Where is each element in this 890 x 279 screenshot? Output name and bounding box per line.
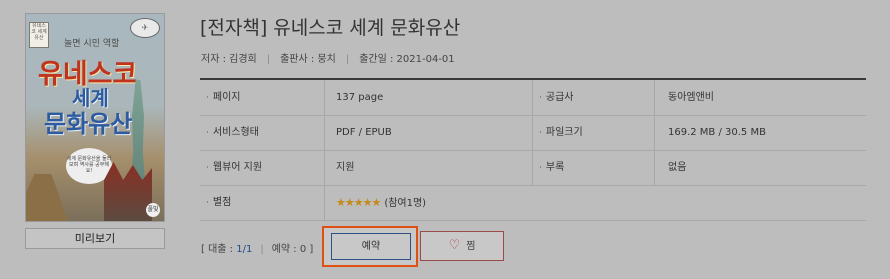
meta-divider: |	[345, 54, 350, 65]
reserve-button-highlight: 예약	[322, 226, 418, 267]
book-title: [전자책] 유네스코 세계 문화유산	[200, 17, 461, 39]
details-row-page: · 페이지 137 page · 공급사 동아엠앤비	[200, 80, 866, 116]
book-details-table: · 페이지 137 page · 공급사 동아엠앤비 · 서비스형태 PDF / EP…	[200, 78, 866, 221]
airplane-icon: ✈	[130, 18, 160, 38]
details-row-rating: · 별점 ★★★★★ (참여1명)	[200, 185, 866, 221]
publish-date: 출간일 : 2021-04-01	[359, 54, 455, 65]
details-label: · 파일크기	[532, 115, 655, 150]
publisher: 출판사 : 뭉치	[280, 54, 336, 65]
star-rating-icon: ★★★★★	[336, 196, 381, 209]
reserve-count: 0	[299, 244, 307, 255]
details-label: · 별점	[200, 185, 325, 220]
sphinx-illustration	[26, 174, 68, 221]
loan-count: 1/1	[236, 244, 253, 255]
details-value: 137 page	[336, 92, 384, 103]
cover-badge: 유네스코 세계유산	[29, 22, 49, 48]
details-value: 없음	[668, 162, 687, 173]
wishlist-label: 찜	[466, 241, 476, 252]
preview-button[interactable]: 미리보기	[25, 228, 165, 249]
details-row-viewer: · 웹뷰어 지원 지원 · 부록 없음	[200, 150, 866, 186]
book-cover: 유네스코 세계유산 ✈ 놀면 시민 역할 유네스코 세계 문화유산 세계 문화유…	[25, 13, 165, 222]
heart-icon: ♡	[448, 238, 461, 253]
reserve-button[interactable]: 예약	[331, 233, 411, 260]
details-label: · 부록	[532, 150, 655, 185]
details-label: · 서비스형태	[200, 115, 325, 150]
rating-value: ★★★★★ (참여1명)	[336, 196, 427, 209]
cover-tagline: 놀면 시민 역할	[64, 39, 120, 49]
details-label: · 페이지	[200, 80, 325, 115]
details-label: · 웹뷰어 지원	[200, 150, 325, 185]
publisher-logo: 풀빛	[146, 203, 160, 217]
details-value: 지원	[336, 162, 355, 173]
cover-title-line3: 문화유산	[44, 110, 133, 138]
book-meta: 저자 : 김경희 | 출판사 : 뭉치 | 출간일 : 2021-04-01	[201, 50, 455, 65]
church-illustration	[104, 162, 152, 221]
details-value: 동아엠앤비	[668, 92, 714, 103]
loan-status: [ 대출 : 1/1 | 예약 : 0 ]	[201, 244, 314, 255]
wishlist-button[interactable]: ♡ 찜	[420, 231, 504, 261]
author: 저자 : 김경희	[201, 54, 257, 65]
details-label: · 공급사	[532, 80, 655, 115]
details-value: 169.2 MB / 30.5 MB	[668, 127, 766, 138]
meta-divider: |	[266, 54, 271, 65]
details-row-format: · 서비스형태 PDF / EPUB · 파일크기 169.2 MB / 30.5 …	[200, 115, 866, 151]
details-value: PDF / EPUB	[336, 127, 392, 138]
